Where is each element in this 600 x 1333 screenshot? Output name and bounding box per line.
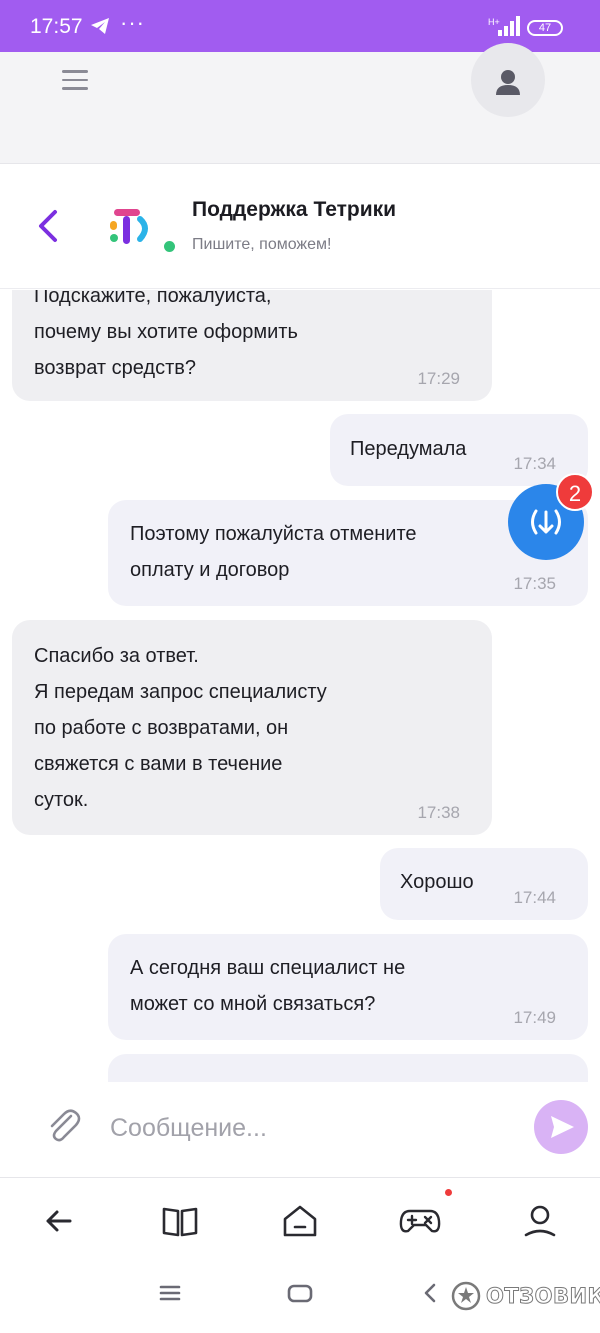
more-notifications-icon: ··· [120,10,145,35]
message-time: 17:29 [417,369,460,388]
app-bar [0,43,600,164]
message-time: 17:34 [513,454,556,473]
gamepad-icon[interactable] [396,1197,444,1245]
tetrika-logo [108,207,158,247]
message-time: 17:49 [513,1008,556,1027]
bottom-navigation [0,1179,600,1261]
send-icon [551,1116,574,1138]
book-icon[interactable] [156,1197,204,1245]
paperclip-icon[interactable] [44,1106,82,1151]
notification-badge: 2 [556,473,594,511]
profile-icon[interactable] [516,1197,564,1245]
message-text: Поэтому пожалуйста отмените оплату и дог… [130,523,417,581]
telegram-icon [90,17,110,40]
menu-icon[interactable] [62,70,88,92]
signal-icon: H+ [488,16,520,43]
back-arrow-icon[interactable] [36,1197,84,1245]
user-icon [496,70,520,95]
message-bubble-outgoing: Хорошо 17:44 [380,848,588,920]
message-time: 17:38 [417,803,460,822]
back-icon[interactable] [420,1281,440,1310]
watermark-text: ОТЗОВИК [485,1284,600,1309]
home-icon[interactable] [286,1281,314,1310]
message-list[interactable]: Подскажите, пожалуйста, почему вы хотите… [0,290,600,1082]
otzovik-watermark: ОТЗОВИК [450,1279,600,1313]
message-time: 17:35 [513,574,556,593]
message-time: 17:44 [513,888,556,907]
home-icon[interactable] [276,1197,324,1245]
battery-icon: 47 [527,20,563,36]
message-bubble-outgoing: Передумала 17:34 [330,414,588,486]
status-time: 17:57 [30,15,83,38]
message-bubble-incoming: Спасибо за ответ. Я передам запрос специ… [12,620,492,835]
chat-subtitle: Пишите, поможем! [192,236,332,253]
new-indicator [445,1189,452,1196]
recents-icon[interactable] [158,1281,182,1310]
otzovik-logo-icon [451,1281,481,1311]
chat-header: Поддержка Тетрики Пишите, поможем! [0,165,600,289]
message-composer [0,1082,600,1178]
message-bubble-outgoing [108,1054,588,1082]
svg-text:H+: H+ [488,17,500,27]
chat-title: Поддержка Тетрики [192,198,397,221]
message-text: Спасибо за ответ. Я передам запрос специ… [34,645,327,811]
online-indicator [164,241,175,252]
message-bubble-outgoing: А сегодня ваш специалист не может со мно… [108,934,588,1040]
message-text: Подскажите, пожалуйста, почему вы хотите… [34,290,298,379]
system-navigation: ОТЗОВИК [0,1261,600,1333]
message-text: А сегодня ваш специалист не может со мно… [130,957,406,1015]
back-chevron-icon[interactable] [36,209,60,248]
message-input[interactable] [110,1108,510,1148]
send-button[interactable] [534,1100,588,1154]
message-bubble-incoming: Подскажите, пожалуйста, почему вы хотите… [12,290,492,401]
user-profile-button[interactable] [471,43,545,117]
